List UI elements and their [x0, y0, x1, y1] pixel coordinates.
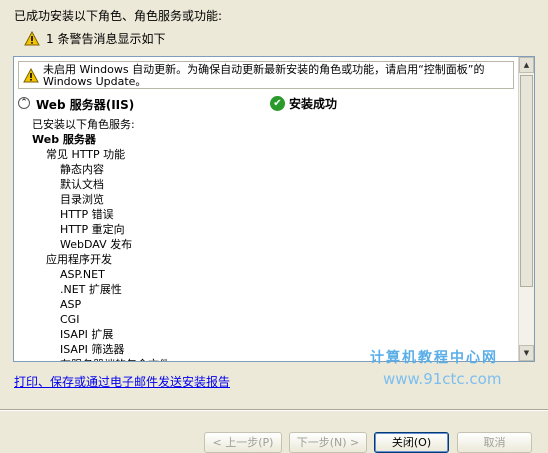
results-panel: 未启用 Windows 自动更新。为确保自动更新最新安装的角色或功能，请启用“控…: [13, 56, 535, 362]
scroll-down-arrow-icon[interactable]: ▼: [519, 345, 534, 361]
scroll-thumb[interactable]: [520, 75, 533, 287]
role-service-item: CGI: [60, 313, 80, 326]
role-service-item: HTTP 重定向: [60, 223, 125, 236]
cancel-button[interactable]: 取消: [457, 432, 532, 453]
warning-summary: 1 条警告消息显示如下: [24, 30, 165, 47]
footer-divider: [0, 409, 548, 411]
warning-triangle-icon: [24, 30, 40, 46]
role-service-item: 常见 HTTP 功能: [46, 148, 126, 161]
role-service-item: ASP: [60, 298, 82, 311]
role-name: Web 服务器(IIS): [36, 98, 135, 112]
success-check-icon: ✔: [270, 96, 285, 111]
role-service-item: 默认文档: [60, 178, 104, 191]
warning-triangle-icon: [23, 67, 39, 83]
role-service-item: 已安装以下角色服务:: [32, 118, 135, 131]
update-notice: 未启用 Windows 自动更新。为确保自动更新最新安装的角色或功能，请启用“控…: [18, 61, 514, 89]
prev-button[interactable]: < 上一步(P): [204, 432, 282, 453]
role-service-item: WebDAV 发布: [60, 238, 133, 251]
role-status: ✔ 安装成功: [270, 95, 337, 112]
vertical-scrollbar[interactable]: ▲ ▼: [518, 57, 534, 361]
close-button[interactable]: 关闭(O): [374, 432, 449, 453]
role-service-item: ISAPI 扩展: [60, 328, 114, 341]
next-button[interactable]: 下一步(N) >: [289, 432, 367, 453]
report-link[interactable]: 打印、保存或通过电子邮件发送安装报告: [14, 373, 230, 390]
role-service-item: ISAPI 筛选器: [60, 343, 125, 356]
watermark-title: 计算机教程中心网: [370, 350, 498, 366]
page-heading: 已成功安装以下角色、角色服务或功能:: [14, 9, 223, 23]
role-service-item: 应用程序开发: [46, 253, 112, 266]
role-service-item: 在服务器端的包含文件: [60, 357, 170, 361]
role-service-item: ASP.NET: [60, 268, 105, 281]
collapse-toggle[interactable]: ⌃: [18, 97, 30, 109]
watermark-url: www.91ctc.com: [383, 370, 502, 388]
role-service-item: .NET 扩展性: [60, 283, 122, 296]
update-notice-text: 未启用 Windows 自动更新。为确保自动更新最新安装的角色或功能，请启用“控…: [43, 63, 485, 88]
role-service-item: 静态内容: [60, 163, 104, 176]
warning-summary-text: 1 条警告消息显示如下: [46, 32, 166, 46]
scroll-up-arrow-icon[interactable]: ▲: [519, 57, 534, 73]
role-status-text: 安装成功: [289, 97, 338, 111]
role-header: ⌃ Web 服务器(IIS) ✔ 安装成功: [18, 95, 514, 113]
role-service-item: HTTP 错误: [60, 208, 114, 221]
role-service-item: 目录浏览: [60, 193, 104, 206]
role-service-item: Web 服务器: [32, 133, 96, 146]
